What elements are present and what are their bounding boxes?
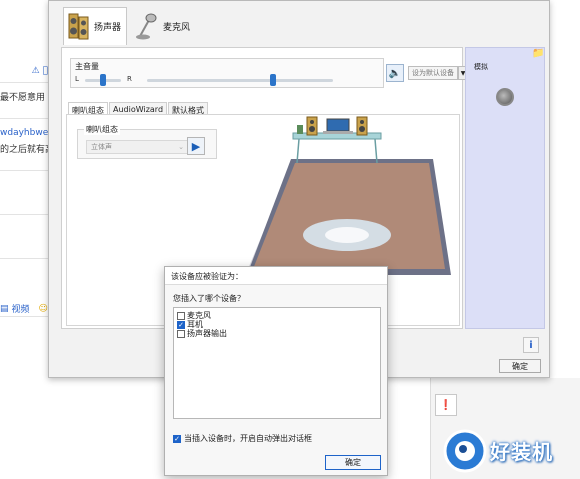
checkbox-auto-popup[interactable]: ✓ xyxy=(173,434,181,443)
auto-popup-option[interactable]: ✓ 当插入设备时，开启自动弹出对话框 xyxy=(173,433,312,444)
analog-title: 模拟 xyxy=(474,63,488,71)
bg-text-1: 最不愿意用 xyxy=(0,93,46,103)
option-speaker-out[interactable]: 扬声器输出 xyxy=(177,328,227,339)
option-label: 扬声器输出 xyxy=(187,329,227,338)
balance-slider-thumb[interactable] xyxy=(100,74,106,86)
device-option-list: 麦克风 ✓ 耳机 扬声器输出 xyxy=(173,307,381,419)
play-icon: ▶ xyxy=(191,139,201,153)
divider xyxy=(0,214,52,215)
speaker-icon xyxy=(68,13,89,39)
report-icon[interactable]: ❗ xyxy=(435,394,457,416)
divider xyxy=(0,258,52,259)
divider xyxy=(0,316,52,317)
master-volume-title: 主音量 xyxy=(75,62,99,71)
dialog-title: 该设备应被验证为： xyxy=(165,267,387,285)
tab-microphone[interactable]: 麦克风 xyxy=(131,7,195,45)
info-button[interactable]: i xyxy=(523,337,539,353)
watermark-text: 好装机 xyxy=(490,440,553,464)
chevron-down-icon: ⌄ xyxy=(178,143,184,151)
divider xyxy=(0,118,52,119)
watermark-logo: 好装机 xyxy=(442,428,580,476)
video-link[interactable]: ▤ 视频 ☺ xyxy=(0,302,52,316)
speaker-config-title: 喇叭组态 xyxy=(84,124,120,135)
master-volume-group: 主音量 L R xyxy=(70,58,384,88)
divider xyxy=(0,82,52,83)
dialog-question: 您插入了哪个设备？ xyxy=(173,294,245,303)
mute-button[interactable]: 🔈 xyxy=(386,64,404,82)
right-label: R xyxy=(127,75,132,83)
tab-speaker-label: 扬声器 xyxy=(94,23,122,33)
volume-slider-thumb[interactable] xyxy=(270,74,277,86)
bg-text-2: 的之后就有高 xyxy=(0,145,52,155)
folder-icon[interactable]: 📁 xyxy=(532,48,544,59)
set-default-button[interactable]: 设为默认设备 xyxy=(408,66,458,80)
play-test-button[interactable]: ▶ xyxy=(187,137,205,155)
analog-side-panel: 模拟 📁 xyxy=(465,47,545,329)
warning-icon: ⚠  xyxy=(32,66,48,76)
microphone-icon xyxy=(136,13,157,40)
tab-speaker[interactable]: 扬声器 xyxy=(63,7,127,45)
main-ok-button[interactable]: 确定 xyxy=(499,359,541,373)
speaker-config-value: 立体声 xyxy=(91,143,112,151)
divider xyxy=(0,170,52,171)
audio-jack-indicator[interactable] xyxy=(496,88,514,106)
device-detect-dialog: 该设备应被验证为： 您插入了哪个设备？ 麦克风 ✓ 耳机 扬声器输出 ✓ 当插入… xyxy=(164,266,388,476)
room-illustration xyxy=(243,116,451,281)
video-label: 视频 xyxy=(11,305,30,315)
volume-slider-track[interactable] xyxy=(147,79,333,82)
tab-microphone-label: 麦克风 xyxy=(163,22,191,33)
video-icon: ▤ xyxy=(0,303,9,314)
volume-icon: 🔈 xyxy=(388,67,402,79)
logo-icon xyxy=(443,429,487,473)
dialog-ok-button[interactable]: 确定 xyxy=(325,455,381,470)
device-tabs: 扬声器 麦克风 xyxy=(63,7,195,47)
checkbox-speaker-out[interactable] xyxy=(177,329,185,338)
bg-link-username[interactable]: wdayhbwei xyxy=(0,128,52,138)
auto-popup-label: 当插入设备时，开启自动弹出对话框 xyxy=(184,434,312,443)
info-icon: i xyxy=(529,339,533,351)
left-label: L xyxy=(75,75,79,83)
emoji-icon: ☺ xyxy=(38,303,48,314)
speaker-config-select[interactable]: 立体声 ⌄ xyxy=(86,140,188,154)
